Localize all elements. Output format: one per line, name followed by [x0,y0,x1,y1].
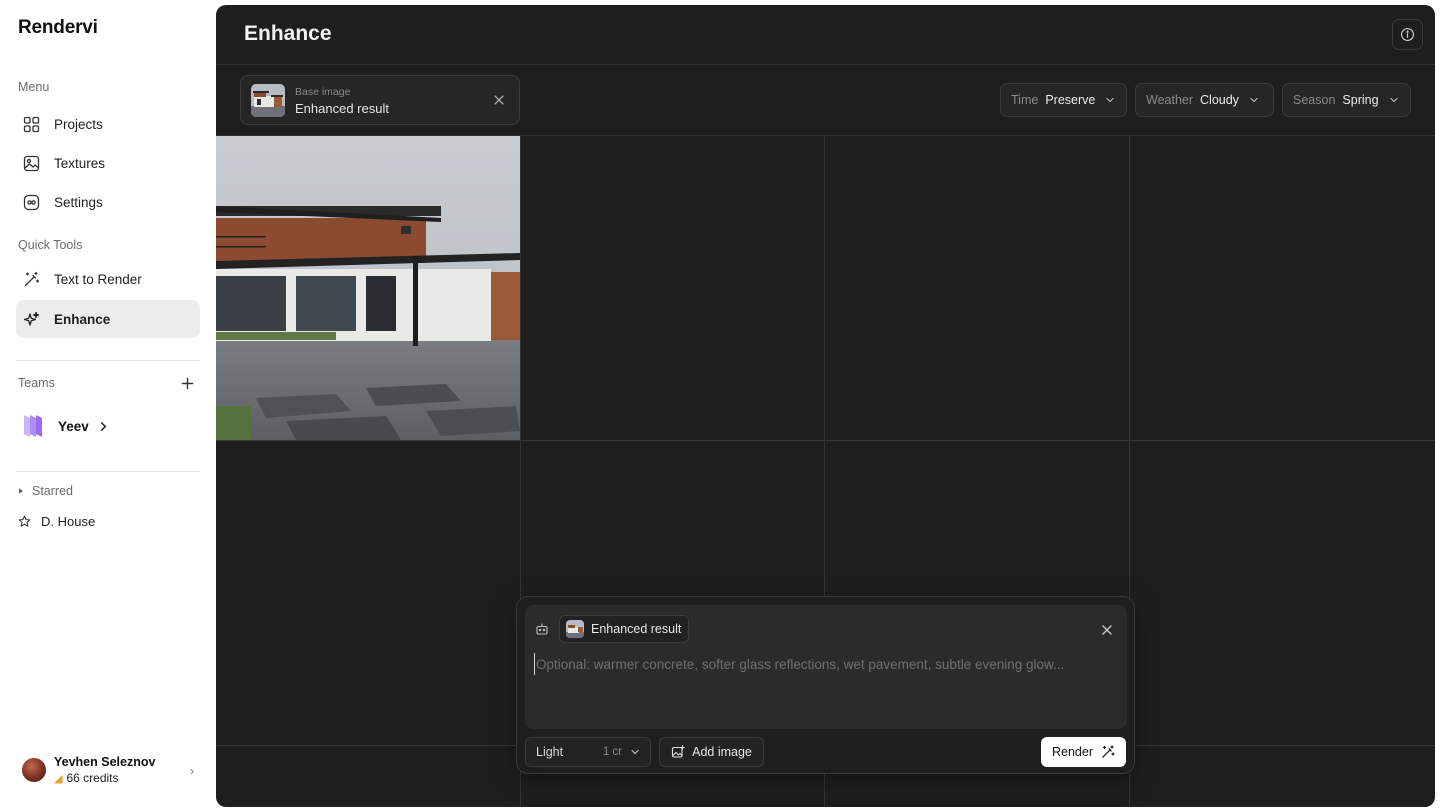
sidebar-item-textures[interactable]: Textures [16,144,200,182]
sidebar: Rendervi Menu Projects Textures Settings… [0,0,216,812]
prompt-input[interactable] [534,653,1114,675]
select-label: Weather [1146,93,1194,107]
user-account-menu[interactable]: Yevhen Seleznov ◢ 66 credits › [22,752,198,788]
render-label: Render [1052,745,1093,759]
credits-text: 66 credits [66,771,119,785]
chevron-down-icon [1250,97,1258,103]
main-panel: Enhance Base image Enhanced result Time … [216,5,1435,807]
prompt-area: Enhanced result [525,605,1127,729]
robot-icon [536,623,548,635]
sidebar-item-settings[interactable]: Settings [16,183,200,221]
page-title: Enhance [244,22,332,45]
info-icon [1401,28,1414,41]
menu-section-label: Menu [18,80,50,94]
season-select[interactable]: Season Spring [1282,83,1411,117]
team-name: Yeev [58,418,89,434]
sidebar-item-projects[interactable]: Projects [16,105,200,143]
sidebar-item-label: Text to Render [54,271,142,287]
time-select[interactable]: Time Preserve [1000,83,1127,117]
weather-select[interactable]: Weather Cloudy [1135,83,1274,117]
star-icon [18,515,31,527]
magic-wand-icon [1102,745,1115,758]
image-plus-icon [672,745,685,758]
sidebar-divider [16,360,200,361]
select-value: Spring [1342,93,1379,107]
starred-item-label: D. House [41,514,96,529]
sidebar-divider [16,471,200,472]
select-value: Cloudy [1200,93,1239,107]
team-switcher[interactable]: Yeev [22,412,108,440]
quality-cost: 1 cr [602,746,622,758]
render-button[interactable]: Render [1041,737,1126,767]
enhanced-result-image[interactable] [216,136,520,440]
add-image-button[interactable]: Add image [659,737,764,767]
quality-select[interactable]: Light 1 cr [525,737,651,767]
starred-section-toggle[interactable]: Starred [18,484,73,498]
starred-section-label: Starred [32,484,73,498]
image-icon [23,155,40,172]
add-team-button[interactable] [178,374,196,392]
sidebar-item-label: Textures [54,155,106,171]
info-button[interactable] [1392,19,1423,50]
grid-divider [216,440,1435,441]
chevron-down-icon [1106,97,1114,103]
quality-value: Light [536,745,564,759]
quick-tools-section-label: Quick Tools [18,238,83,252]
user-name: Yevhen Seleznov [54,755,156,769]
settings-icon [23,194,40,211]
close-icon[interactable] [1101,624,1113,636]
prompt-composer: Enhanced result Light 1 cr Add image Ren… [516,596,1135,774]
select-label: Season [1293,93,1336,107]
select-label: Time [1011,93,1039,107]
plus-icon [181,377,193,389]
sidebar-item-text-to-render[interactable]: Text to Render [16,260,200,298]
base-image-sublabel: Base image [295,86,351,98]
chevron-right-icon [100,421,107,431]
magic-wand-icon [23,271,40,288]
sidebar-item-label: Enhance [54,311,111,327]
credits-balance: ◢ 66 credits [54,771,155,785]
credits-icon: ◢ [54,772,63,785]
avatar [22,758,46,782]
reference-image-chip[interactable]: Enhanced result [559,615,690,643]
teams-section-label: Teams [18,376,55,390]
starred-item-d-house[interactable]: D. House [18,514,95,529]
app-logo-text[interactable]: Rendervi [18,17,98,39]
sidebar-item-label: Projects [54,116,103,132]
sparkles-icon [23,311,40,328]
base-image-thumbnail [251,84,285,117]
base-image-label: Enhanced result [295,101,389,116]
add-image-label: Add image [692,745,752,759]
reference-thumbnail [566,620,584,638]
chevron-down-icon [1389,97,1398,103]
close-icon[interactable] [493,94,505,106]
reference-label: Enhanced result [591,622,682,636]
sidebar-item-enhance[interactable]: Enhance [16,300,200,338]
team-logo-icon [22,413,46,439]
sidebar-item-label: Settings [54,194,103,210]
chevron-down-icon [631,749,639,755]
grid-icon [23,116,40,133]
caret-right-icon [19,488,23,494]
enhance-toolbar: Base image Enhanced result Time Preserve… [216,65,1435,136]
page-header: Enhance [216,5,1435,65]
base-image-chip[interactable]: Base image Enhanced result [240,75,520,125]
chevron-right-icon: › [190,764,194,778]
select-value: Preserve [1045,93,1096,107]
